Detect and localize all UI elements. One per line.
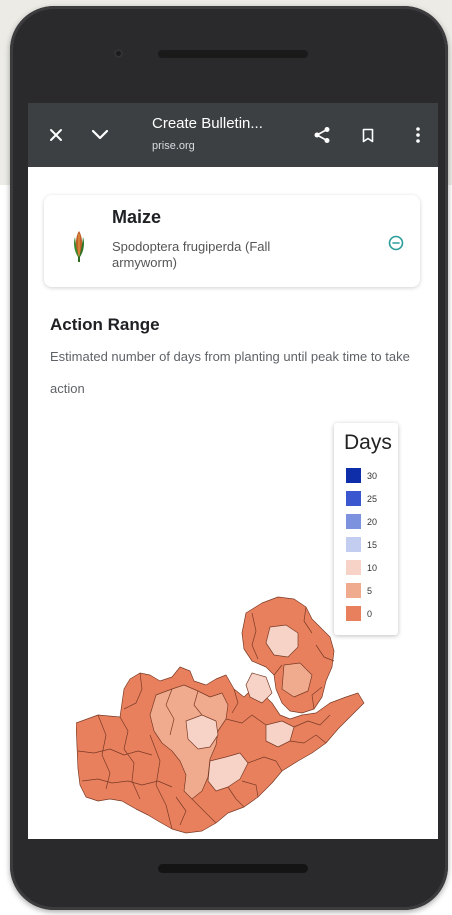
chevron-down-icon[interactable]: [86, 121, 114, 149]
browser-toolbar: Create Bulletin... prise.org: [28, 103, 438, 167]
legend-label: 30: [367, 470, 378, 481]
page-title: Create Bulletin...: [152, 115, 263, 132]
crop-card: Maize Spodoptera frugiperda (Fall armywo…: [44, 195, 420, 287]
legend-swatch: [346, 560, 361, 575]
legend-item-15: 15: [346, 536, 377, 553]
more-options-icon[interactable]: [404, 121, 432, 149]
page-url: prise.org: [152, 140, 195, 152]
legend-label: 10: [367, 562, 378, 573]
legend-item-25: 25: [346, 490, 377, 507]
legend-item-30: 30: [346, 467, 377, 484]
section-title: Action Range: [50, 315, 160, 334]
legend-label: 25: [367, 493, 378, 504]
phone-frame: Create Bulletin... prise.org Maize Spodo…: [10, 6, 448, 910]
choropleth-map[interactable]: [75, 585, 376, 839]
front-camera: [114, 49, 123, 58]
bookmark-icon[interactable]: [354, 121, 382, 149]
legend-swatch: [346, 468, 361, 483]
phone-screen: Create Bulletin... prise.org Maize Spodo…: [28, 103, 438, 839]
crop-name: Maize: [112, 207, 162, 227]
pest-name: Spodoptera frugiperda (Fall armyworm): [112, 239, 271, 270]
legend-label: 0: [367, 608, 373, 619]
maize-icon: [72, 229, 86, 268]
legend-item-5: 5: [346, 582, 372, 599]
phone-bottom-speaker: [158, 864, 308, 873]
legend-swatch: [346, 537, 361, 552]
legend-label: 5: [367, 585, 373, 596]
earpiece-speaker: [158, 50, 308, 58]
legend-swatch: [346, 583, 361, 598]
legend-item-0: 0: [346, 605, 372, 622]
share-icon[interactable]: [308, 121, 336, 149]
legend-swatch: [346, 491, 361, 506]
section-description: Estimated number of days from planting u…: [50, 349, 410, 396]
legend-swatch: [346, 606, 361, 621]
close-icon[interactable]: [42, 121, 70, 149]
legend-item-20: 20: [346, 513, 377, 530]
legend-label: 15: [367, 539, 378, 550]
remove-circle-icon[interactable]: [388, 235, 404, 251]
map-legend: Days 30 25 20 15 10 5 0: [334, 423, 398, 635]
legend-item-10: 10: [346, 559, 377, 576]
legend-title: Days: [344, 431, 392, 454]
legend-label: 20: [367, 516, 378, 527]
legend-swatch: [346, 514, 361, 529]
